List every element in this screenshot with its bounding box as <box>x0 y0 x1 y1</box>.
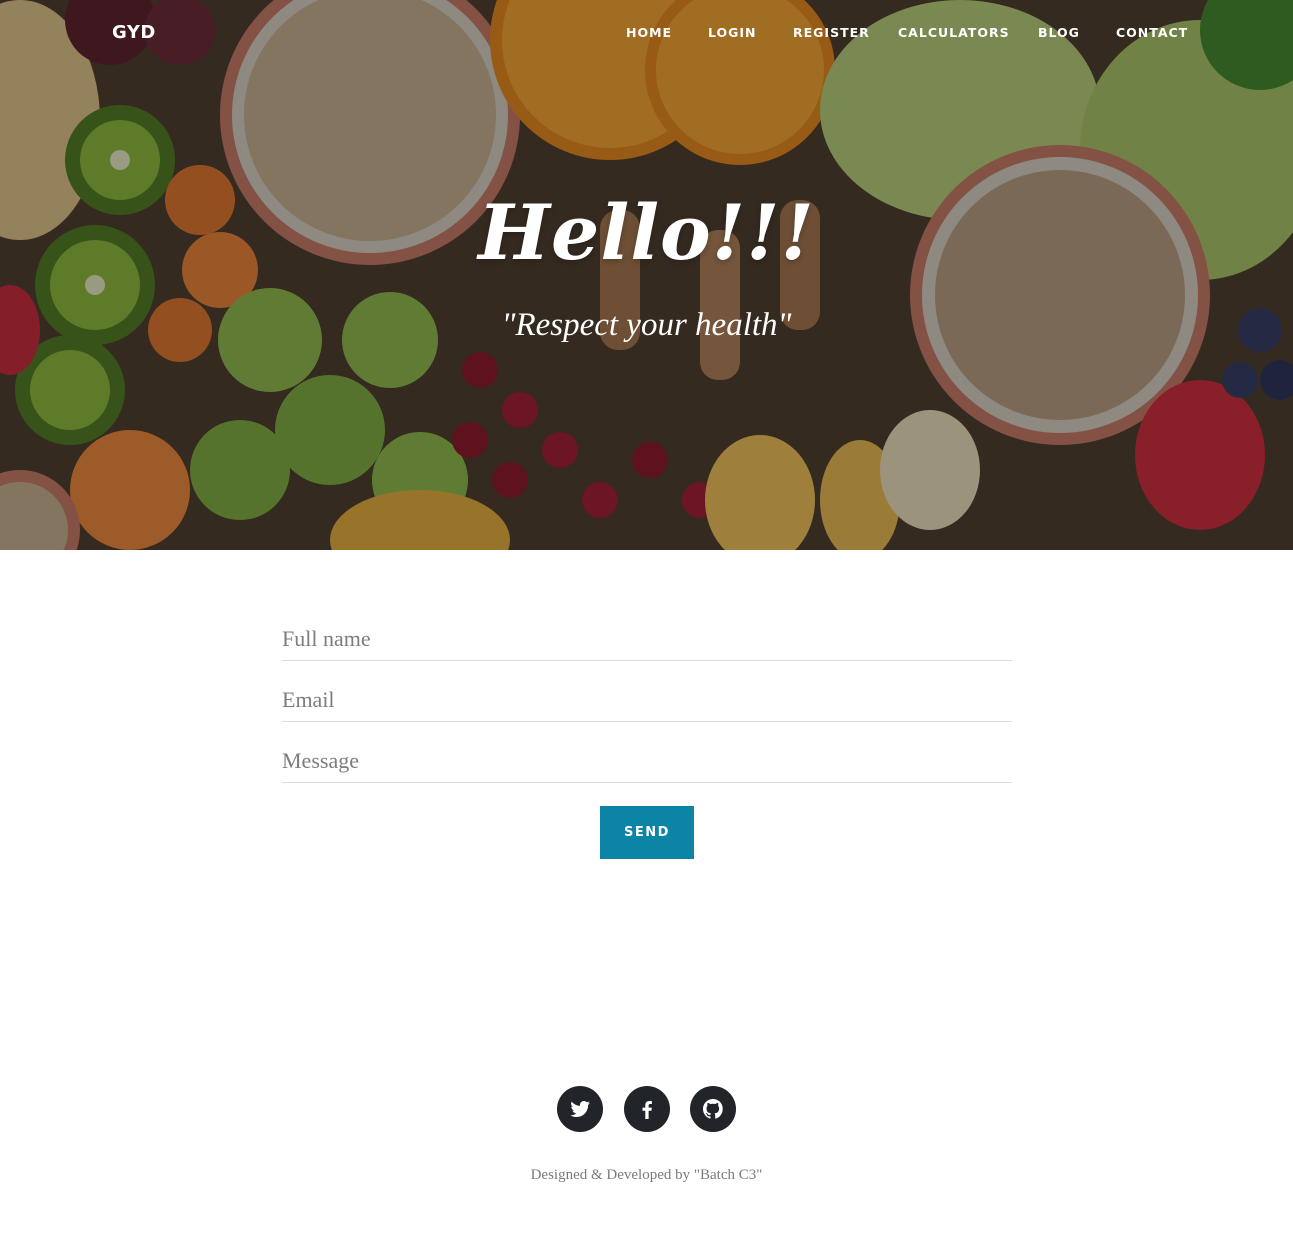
twitter-glyph <box>570 1101 590 1117</box>
github-glyph <box>703 1099 723 1119</box>
facebook-glyph <box>642 1101 652 1119</box>
twitter-icon[interactable] <box>557 1086 603 1132</box>
hero-subtitle: "Respect your health" <box>501 307 792 343</box>
name-field-wrapper <box>282 604 1012 661</box>
nav-item-home[interactable]: HOME <box>626 25 672 40</box>
footer-credit: Designed & Developed by "Batch C3" <box>530 1167 763 1183</box>
social-links <box>0 1086 1293 1132</box>
brand-logo[interactable]: GYD <box>112 22 156 43</box>
contact-form <box>282 604 1012 787</box>
send-button[interactable]: SEND <box>600 806 694 859</box>
nav-item-register[interactable]: REGISTER <box>793 25 870 40</box>
email-field-wrapper <box>282 665 1012 722</box>
hero-title: Hello!!! <box>478 188 815 277</box>
nav-item-calculators[interactable]: CALCULATORS <box>898 25 1010 40</box>
nav-item-login[interactable]: LOGIN <box>708 25 757 40</box>
hero-section: GYD HOME LOGIN REGISTER CALCULATORS BLOG… <box>0 0 1293 550</box>
message-field-wrapper <box>282 726 1012 783</box>
facebook-icon[interactable] <box>624 1086 670 1132</box>
github-icon[interactable] <box>690 1086 736 1132</box>
full-name-input[interactable] <box>282 626 1012 652</box>
email-input[interactable] <box>282 687 1012 713</box>
nav-item-contact[interactable]: CONTACT <box>1116 25 1188 40</box>
message-input[interactable] <box>282 748 1012 774</box>
nav-item-blog[interactable]: BLOG <box>1038 25 1080 40</box>
